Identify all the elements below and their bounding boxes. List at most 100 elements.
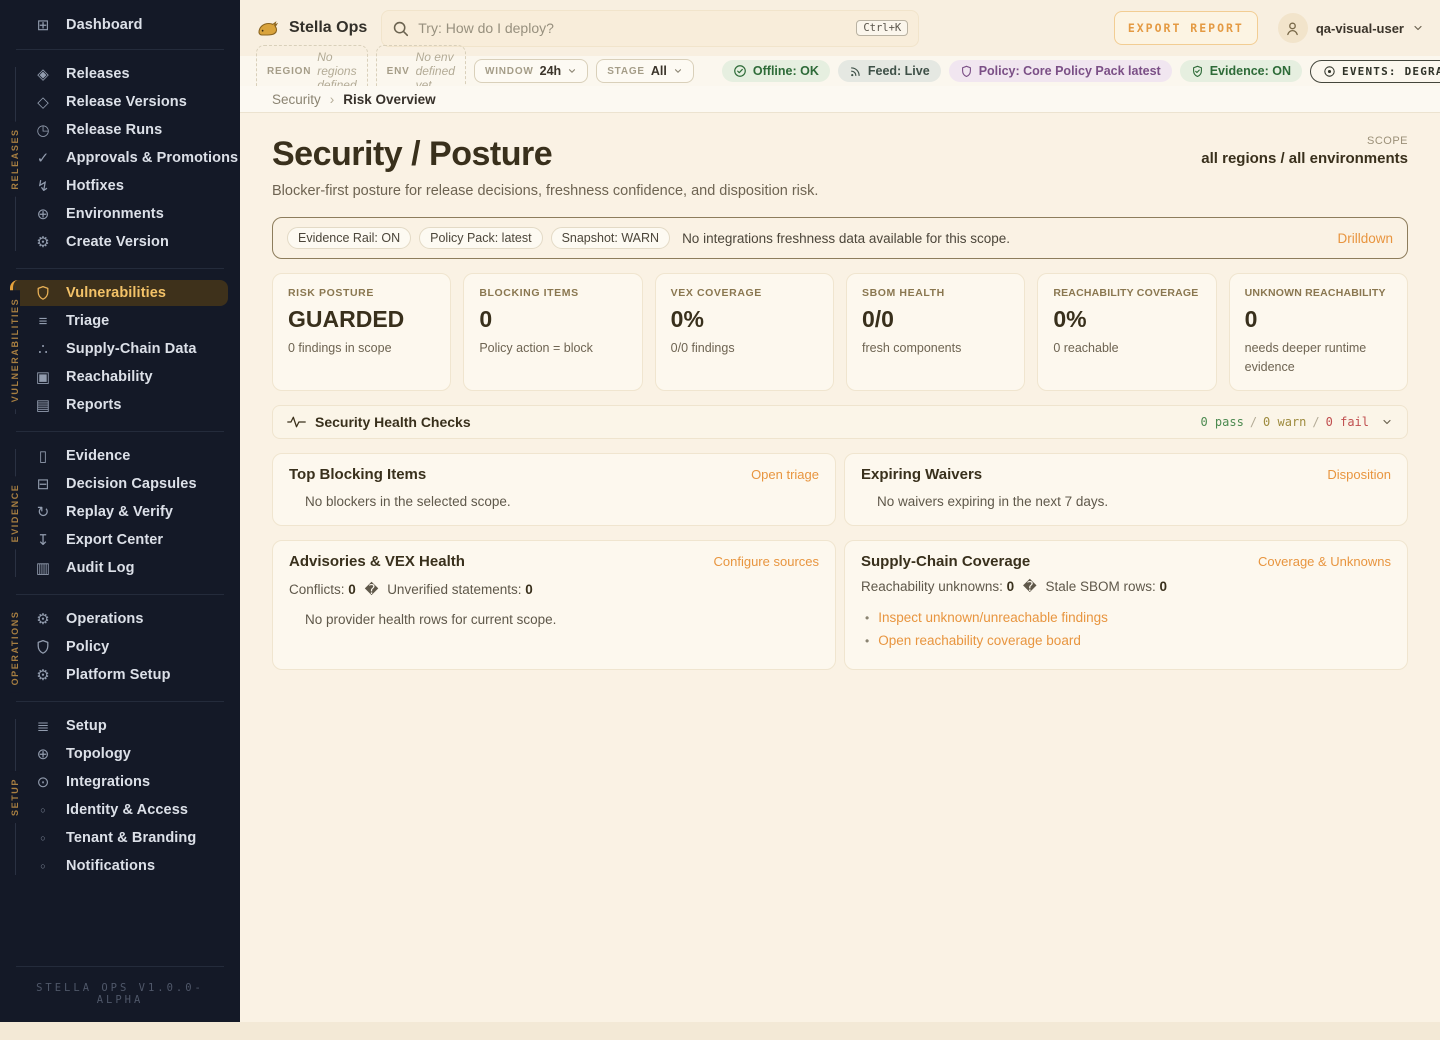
sidebar-item-label: Replay & Verify [66, 504, 173, 520]
open-triage-link[interactable]: Open triage [751, 467, 819, 482]
sidebar-item-dashboard[interactable]: ⊞ Dashboard [10, 12, 228, 38]
sidebar-group-vulnerabilities: VULNERABILITIES Vulnerabilities ≡ Triage… [0, 278, 240, 422]
stage-filter[interactable]: STAGE All [596, 59, 694, 83]
metric-label: UNKNOWN REACHABILITY [1245, 287, 1392, 299]
feed-status-text: Feed: Live [868, 64, 930, 78]
sidebar-item-label: Triage [66, 313, 109, 329]
user-menu[interactable]: qa-visual-user [1278, 13, 1424, 43]
evidence-rail-chip: Evidence Rail: ON [287, 227, 411, 249]
metric-value: GUARDED [288, 306, 435, 333]
coverage-unknowns-link[interactable]: Coverage & Unknowns [1258, 554, 1391, 569]
supply-chain-coverage-card: Supply-Chain Coverage Coverage & Unknown… [844, 540, 1408, 670]
sidebar-item-triage[interactable]: ≡ Triage [10, 308, 228, 334]
lightning-icon: ↯ [34, 179, 52, 194]
sidebar-item-decision-capsules[interactable]: ⊟ Decision Capsules [10, 471, 228, 497]
drilldown-link[interactable]: Drilldown [1337, 231, 1393, 246]
gear-icon: ⚙ [34, 612, 52, 627]
stat-value: 0 [1007, 579, 1015, 594]
stack-icon: ≣ [34, 719, 52, 734]
stat-label: Reachability unknowns: [861, 579, 1003, 594]
avatar [1278, 13, 1308, 43]
stat-value: 0 [525, 582, 533, 597]
supply-stats: Reachability unknowns: 0 � Stale SBOM ro… [861, 579, 1391, 595]
sidebar-item-replay-verify[interactable]: ↻ Replay & Verify [10, 499, 228, 525]
sidebar-item-release-runs[interactable]: ◷ Release Runs [10, 117, 228, 143]
card-body-text: No blockers in the selected scope. [305, 494, 819, 509]
sidebar-item-vulnerabilities[interactable]: Vulnerabilities [10, 280, 228, 306]
divider [16, 268, 224, 269]
hedgehog-logo [256, 19, 280, 38]
download-icon: ↧ [34, 533, 52, 548]
sidebar-item-releases[interactable]: ◈ Releases [10, 61, 228, 87]
separator: / [1250, 415, 1257, 429]
open-reachability-board-link[interactable]: Open reachability coverage board [878, 629, 1081, 653]
sidebar-item-hotfixes[interactable]: ↯ Hotfixes [10, 173, 228, 199]
separator: / [1312, 415, 1319, 429]
main: Stella Ops Ctrl+K EXPORT REPORT qa-visua… [240, 0, 1440, 1022]
stat-separator: � [1023, 579, 1037, 594]
card-title: Supply-Chain Coverage [861, 553, 1030, 570]
group-label-operations: OPERATIONS [10, 604, 20, 693]
events-status-pill[interactable]: EVENTS: DEGRADED [1310, 60, 1440, 83]
breadcrumb: Security › Risk Overview [240, 86, 1440, 113]
sidebar-item-identity-access[interactable]: ○ Identity & Access [10, 797, 228, 823]
metric-label: BLOCKING ITEMS [479, 287, 626, 299]
metric-label: VEX COVERAGE [671, 287, 818, 299]
stat-value: 0 [1160, 579, 1168, 594]
scope-block: SCOPE all regions / all environments [1201, 135, 1408, 167]
sidebar-item-audit-log[interactable]: ▥ Audit Log [10, 555, 228, 581]
sidebar-item-reports[interactable]: ▤ Reports [10, 392, 228, 418]
health-checks-title: Security Health Checks [315, 414, 471, 430]
sidebar-item-environments[interactable]: ⊕ Environments [10, 201, 228, 227]
sidebar-item-label: Policy [66, 639, 109, 655]
rss-icon [849, 65, 862, 78]
sidebar-item-label: Platform Setup [66, 667, 171, 683]
sidebar-item-setup[interactable]: ≣ Setup [10, 713, 228, 739]
sidebar-item-export-center[interactable]: ↧ Export Center [10, 527, 228, 553]
sidebar-item-label: Releases [66, 66, 130, 82]
list-icon: ≡ [34, 314, 52, 329]
sidebar-group-releases: RELEASES ◈ Releases ◇ Release Versions ◷… [0, 59, 240, 259]
breadcrumb-security[interactable]: Security [272, 92, 321, 107]
sidebar-item-supply-chain-data[interactable]: ∴ Supply-Chain Data [10, 336, 228, 362]
sidebar-item-operations[interactable]: ⚙ Operations [10, 606, 228, 632]
divider [16, 701, 224, 702]
advisories-vex-health-card: Advisories & VEX Health Configure source… [272, 540, 836, 670]
configure-sources-link[interactable]: Configure sources [714, 554, 820, 569]
brand-name: Stella Ops [289, 19, 367, 37]
metric-label: REACHABILITY COVERAGE [1053, 287, 1200, 299]
sidebar-item-label: Export Center [66, 532, 163, 548]
sidebar-item-reachability[interactable]: ▣ Reachability [10, 364, 228, 390]
overview-cards: Top Blocking Items Open triage No blocke… [272, 453, 1408, 670]
sidebar-item-notifications[interactable]: ○ Notifications [10, 853, 228, 879]
gear-icon: ⚙ [34, 235, 52, 250]
sidebar-item-approvals-promotions[interactable]: ✓ Approvals & Promotions [10, 145, 228, 171]
package-icon: ◈ [34, 67, 52, 82]
sidebar-item-evidence[interactable]: ▯ Evidence [10, 443, 228, 469]
snapshot-chip: Snapshot: WARN [551, 227, 671, 249]
sidebar-item-label: Reports [66, 397, 122, 413]
content: Security / Posture Blocker-first posture… [240, 113, 1440, 1022]
sidebar-item-policy[interactable]: Policy [10, 634, 228, 660]
list-item: • Open reachability coverage board [865, 629, 1391, 653]
breadcrumb-current: Risk Overview [343, 92, 435, 107]
sidebar-group-evidence: EVIDENCE ▯ Evidence ⊟ Decision Capsules … [0, 441, 240, 585]
divider [16, 431, 224, 432]
disposition-link[interactable]: Disposition [1327, 467, 1391, 482]
sidebar-item-create-version[interactable]: ⚙ Create Version [10, 229, 228, 255]
inspect-unknown-findings-link[interactable]: Inspect unknown/unreachable findings [878, 606, 1108, 630]
search-icon [392, 20, 409, 37]
sidebar-item-topology[interactable]: ⊕ Topology [10, 741, 228, 767]
sidebar-item-release-versions[interactable]: ◇ Release Versions [10, 89, 228, 115]
sidebar-item-platform-setup[interactable]: ⚙ Platform Setup [10, 662, 228, 688]
search-input[interactable] [418, 20, 847, 36]
sidebar-item-integrations[interactable]: ⊙ Integrations [10, 769, 228, 795]
security-health-checks-toggle[interactable]: Security Health Checks 0 pass / 0 warn /… [272, 405, 1408, 439]
export-report-button[interactable]: EXPORT REPORT [1114, 11, 1258, 45]
metric-sub: Policy action = block [479, 339, 626, 358]
sidebar-item-tenant-branding[interactable]: ○ Tenant & Branding [10, 825, 228, 851]
window-filter[interactable]: WINDOW 24h [474, 59, 588, 83]
shield-check-icon [1191, 65, 1204, 78]
package-outline-icon: ◇ [34, 95, 52, 110]
metric-blocking-items: BLOCKING ITEMS 0 Policy action = block [463, 273, 642, 391]
